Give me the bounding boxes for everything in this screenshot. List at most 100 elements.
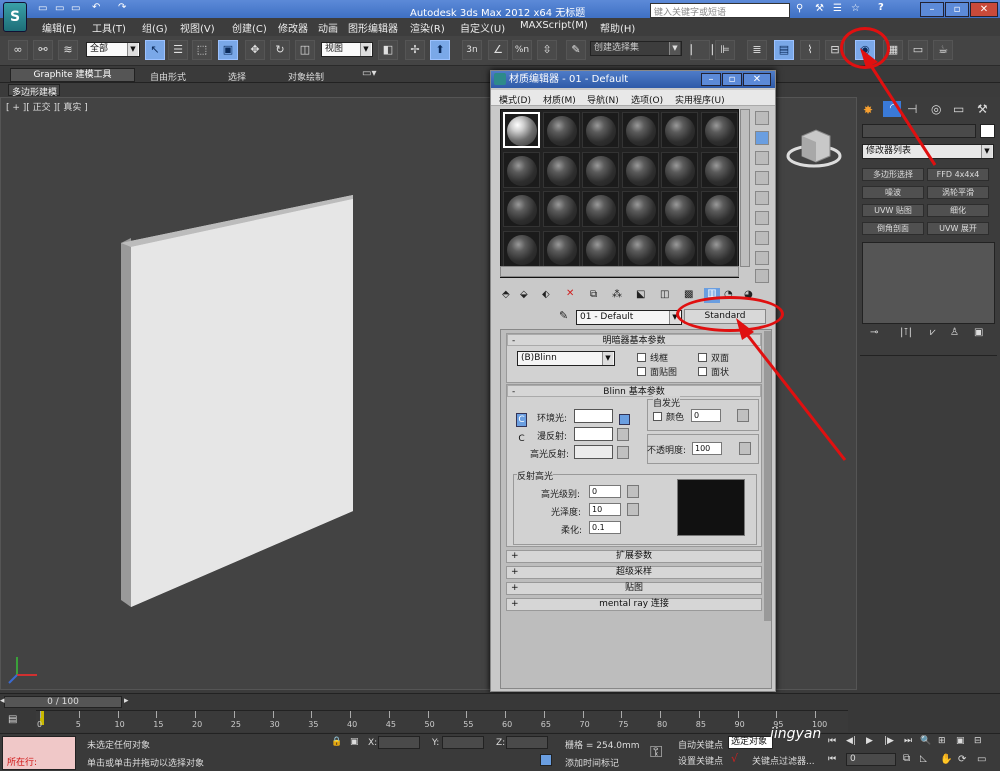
wire-checkbox[interactable]: [637, 353, 646, 362]
x-coordinate-field[interactable]: [378, 736, 420, 749]
modifier-turbosmooth-button[interactable]: 涡轮平滑: [927, 186, 989, 199]
sample-slot[interactable]: [503, 112, 540, 148]
rotate-icon[interactable]: ↻: [270, 40, 290, 60]
time-config-icon[interactable]: ⧉: [903, 753, 910, 764]
selection-lock-icon[interactable]: 🔒: [331, 737, 342, 747]
extended-params-rollout[interactable]: + 扩展参数: [506, 550, 762, 563]
search-input[interactable]: 键入关键字或短语: [650, 3, 790, 18]
scale-icon[interactable]: ◫: [295, 40, 315, 60]
sample-slot[interactable]: [661, 191, 698, 227]
shader-rollout-header[interactable]: - 明暗器基本参数: [507, 334, 761, 346]
mated-menu-modes[interactable]: 模式(D): [499, 93, 531, 106]
keyboard-shortcut-icon[interactable]: ⬆: [430, 40, 450, 60]
key-icon[interactable]: ⚿: [650, 742, 662, 762]
sample-slot[interactable]: [700, 191, 738, 227]
modifier-noise-button[interactable]: 噪波: [862, 186, 924, 199]
mated-menu-navigation[interactable]: 导航(N): [587, 93, 619, 106]
material-name-field[interactable]: 01 - Default ▼: [576, 310, 682, 325]
material-editor-minimize-button[interactable]: –: [701, 73, 721, 86]
app-logo-icon[interactable]: S: [3, 2, 27, 32]
make-unique-material-icon[interactable]: ⁂: [612, 289, 622, 300]
auto-key-button[interactable]: 自动关键点: [678, 738, 723, 751]
favorites-icon[interactable]: ☆: [851, 3, 860, 14]
viewport-label[interactable]: [ + ][ 正交 ][ 真实 ]: [6, 100, 88, 113]
specular-map-button[interactable]: [617, 446, 629, 459]
binoculars-icon[interactable]: ⚲: [796, 3, 803, 14]
face-map-checkbox[interactable]: [637, 367, 646, 376]
angle-snap-icon[interactable]: ∠: [488, 40, 508, 60]
specular-level-map-button[interactable]: [627, 485, 639, 498]
z-coordinate-field[interactable]: [506, 736, 548, 749]
color-lock-button-2[interactable]: C: [516, 433, 527, 447]
select-manipulate-icon[interactable]: ✢: [405, 40, 425, 60]
remove-modifier-icon[interactable]: ♙: [950, 327, 959, 338]
spinner-snap-icon[interactable]: ⇳: [537, 40, 557, 60]
next-frame-icon[interactable]: ▸: [124, 696, 129, 706]
track-bar-toggle-icon[interactable]: ▤: [8, 714, 17, 725]
create-tab-icon[interactable]: ✸: [863, 103, 873, 117]
supersampling-rollout[interactable]: + 超级采样: [506, 566, 762, 579]
selection-set-dropdown[interactable]: 选定对象: [728, 736, 773, 749]
zoom-all-icon[interactable]: ⊞: [938, 736, 946, 746]
reference-coord-dropdown[interactable]: 视图 ▼: [321, 42, 373, 57]
put-to-library-icon[interactable]: ⬕: [636, 289, 645, 300]
y-coordinate-field[interactable]: [442, 736, 484, 749]
configure-sets-icon[interactable]: ▣: [974, 327, 983, 338]
glossiness-spinner[interactable]: 10: [589, 503, 621, 516]
absolute-mode-icon[interactable]: ▣: [350, 737, 359, 747]
modify-tab-icon[interactable]: ◜: [883, 101, 901, 117]
sample-slot[interactable]: [503, 230, 540, 267]
select-object-icon[interactable]: ↖: [145, 40, 165, 60]
sample-slot[interactable]: [661, 151, 698, 188]
background-icon[interactable]: [755, 151, 769, 165]
next-key-icon[interactable]: |▶: [884, 736, 894, 746]
self-illum-map-button[interactable]: [737, 409, 749, 422]
zoom-extents-icon[interactable]: ▣: [956, 736, 965, 746]
material-id-channel-icon[interactable]: ◫: [660, 289, 669, 300]
select-by-material-icon[interactable]: [755, 251, 769, 265]
show-map-in-viewport-icon[interactable]: ▩: [684, 289, 693, 300]
mated-menu-material[interactable]: 材质(M): [543, 93, 576, 106]
menu-create[interactable]: 创建(C): [232, 20, 267, 35]
menu-maxscript[interactable]: MAXScript(M): [520, 20, 588, 31]
minimize-button[interactable]: –: [920, 2, 944, 17]
diffuse-map-button[interactable]: [617, 428, 629, 441]
blinn-rollout-header[interactable]: - Blinn 基本参数: [507, 385, 761, 397]
maximize-viewport-icon[interactable]: ▭: [977, 754, 986, 765]
snaps-toggle-icon[interactable]: 3n: [462, 40, 482, 60]
make-preview-icon[interactable]: [755, 211, 769, 225]
previous-key-icon[interactable]: ◀|: [846, 736, 856, 746]
key-mode-toggle-icon[interactable]: ⏮: [828, 754, 836, 764]
mated-menu-utilities[interactable]: 实用程序(U): [675, 93, 725, 106]
material-editor-titlebar[interactable]: 材质编辑器 - 01 - Default – ▫ ✕: [491, 71, 775, 88]
sample-slot[interactable]: [582, 112, 619, 148]
ambient-color-swatch[interactable]: [574, 409, 613, 423]
options-icon[interactable]: [755, 231, 769, 245]
sample-slot[interactable]: [542, 112, 580, 148]
sample-slot[interactable]: [582, 191, 619, 227]
put-to-scene-icon[interactable]: ⬙: [520, 289, 528, 300]
set-key-button[interactable]: 设置关键点: [678, 754, 723, 767]
add-time-tag-label[interactable]: 添加时间标记: [565, 756, 619, 769]
material-map-navigator-icon[interactable]: [755, 269, 769, 283]
mental-ray-rollout[interactable]: + mental ray 连接: [506, 598, 762, 611]
sample-slot[interactable]: [503, 191, 540, 227]
go-to-end-icon[interactable]: ⏭: [904, 736, 912, 746]
key-filters-button[interactable]: 关键点过滤器...: [752, 754, 815, 767]
viewcube-icon[interactable]: [786, 126, 846, 171]
close-button[interactable]: ✕: [970, 2, 998, 17]
maxscript-listener[interactable]: 所在行:: [2, 736, 76, 770]
window-crossing-icon[interactable]: ▣: [218, 40, 238, 60]
communication-icon[interactable]: ☰: [833, 3, 842, 14]
menu-tools[interactable]: 工具(T): [92, 20, 126, 35]
field-of-view-icon[interactable]: ◺: [920, 754, 927, 764]
named-selection-dropdown[interactable]: 创建选择集 ▼: [590, 41, 682, 56]
sample-slot[interactable]: [503, 151, 540, 188]
unlink-icon[interactable]: ⚯: [33, 40, 53, 60]
orbit-icon[interactable]: ⟳: [958, 754, 966, 765]
percent-snap-icon[interactable]: %n: [512, 40, 532, 60]
play-icon[interactable]: ▶: [866, 736, 873, 746]
current-frame-field[interactable]: 0: [846, 753, 896, 766]
menu-edit[interactable]: 编辑(E): [42, 20, 76, 35]
menu-graph-editors[interactable]: 图形编辑器: [348, 20, 398, 35]
